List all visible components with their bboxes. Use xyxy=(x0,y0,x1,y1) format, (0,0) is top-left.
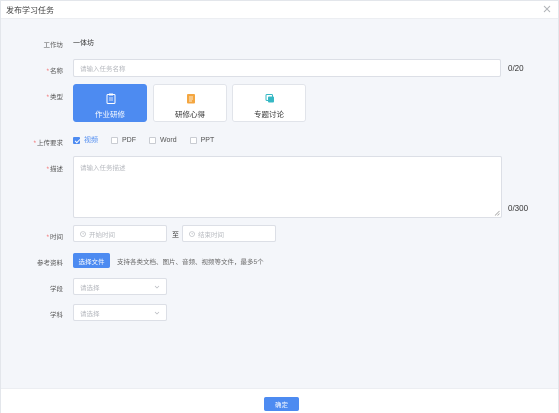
choose-file-button[interactable]: 选择文件 xyxy=(73,253,110,268)
checkbox-pdf[interactable]: PDF xyxy=(111,136,136,144)
studio-value: 一体坊 xyxy=(73,40,94,47)
type-option-label: 研修心得 xyxy=(175,110,205,119)
checkbox-label: Word xyxy=(160,136,177,144)
discussion-icon xyxy=(265,94,274,103)
type-option-homework[interactable]: 作业研修 xyxy=(73,84,147,122)
chevron-down-icon xyxy=(154,285,160,289)
name-char-counter: 0/20 xyxy=(508,64,524,73)
checkbox-word[interactable]: Word xyxy=(149,136,177,144)
close-icon[interactable] xyxy=(542,4,552,14)
checkbox-checked-icon xyxy=(73,136,80,144)
notes-icon xyxy=(187,94,195,104)
school-stage-select[interactable]: 请选择 xyxy=(73,278,167,295)
school-stage-placeholder: 请选择 xyxy=(80,284,100,292)
dialog-header: 发布学习任务 xyxy=(1,1,558,19)
end-time-placeholder: 结束时间 xyxy=(198,231,224,239)
studio-label: 工作坊 xyxy=(43,42,64,49)
upload-hint: 支持各类文档、图片、音频、视频等文件，最多5个 xyxy=(117,259,264,266)
type-option-reflection[interactable]: 研修心得 xyxy=(153,84,227,122)
checkbox-icon xyxy=(111,136,118,144)
dialog-footer: 确定 xyxy=(1,388,558,413)
upload-requirement-label: *上传要求 xyxy=(33,140,63,147)
checkbox-icon xyxy=(149,136,156,144)
end-time-picker[interactable]: 结束时间 xyxy=(182,225,276,242)
dialog-title: 发布学习任务 xyxy=(6,6,54,15)
clipboard-icon xyxy=(106,93,116,104)
resize-handle-icon[interactable] xyxy=(494,210,500,216)
checkbox-icon xyxy=(189,136,197,144)
type-label: *类型 xyxy=(46,94,63,101)
checkbox-video[interactable]: 视频 xyxy=(73,135,98,145)
subject-placeholder: 请选择 xyxy=(80,310,100,318)
description-label: *描述 xyxy=(46,166,63,173)
time-label: *时间 xyxy=(46,234,63,241)
task-name-input[interactable]: 请输入任务名称 xyxy=(73,59,501,77)
checkbox-label: 视频 xyxy=(84,137,98,144)
name-label: *名称 xyxy=(46,68,63,75)
publish-task-dialog: 发布学习任务 工作坊 一体坊 *名称 请输入任务名称 0/20 *类型 作业研修… xyxy=(0,0,559,413)
description-char-counter: 0/300 xyxy=(508,204,529,213)
subject-select[interactable]: 请选择 xyxy=(73,304,167,321)
description-textarea[interactable]: 请输入任务描述 xyxy=(73,156,502,218)
chevron-down-icon xyxy=(154,311,160,315)
start-time-picker[interactable]: 开始时间 xyxy=(73,225,167,242)
checkbox-label: PDF xyxy=(122,136,136,144)
type-option-label: 专题讨论 xyxy=(254,110,284,119)
school-stage-label: 学段 xyxy=(50,286,63,293)
checkbox-ppt[interactable]: PPT xyxy=(189,136,215,144)
type-option-label: 作业研修 xyxy=(95,110,125,119)
checkbox-label: PPT xyxy=(200,136,215,144)
confirm-button[interactable]: 确定 xyxy=(264,397,299,411)
description-placeholder: 请输入任务描述 xyxy=(80,165,126,172)
subject-label: 学科 xyxy=(50,312,63,319)
reference-label: 参考资料 xyxy=(37,260,63,267)
clock-icon xyxy=(189,230,195,237)
upload-requirement-group: 视频 PDF Word PPT xyxy=(73,135,227,145)
start-time-placeholder: 开始时间 xyxy=(89,231,115,239)
clock-icon xyxy=(80,230,86,237)
time-separator: 至 xyxy=(172,232,179,239)
type-option-discussion[interactable]: 专题讨论 xyxy=(232,84,306,122)
